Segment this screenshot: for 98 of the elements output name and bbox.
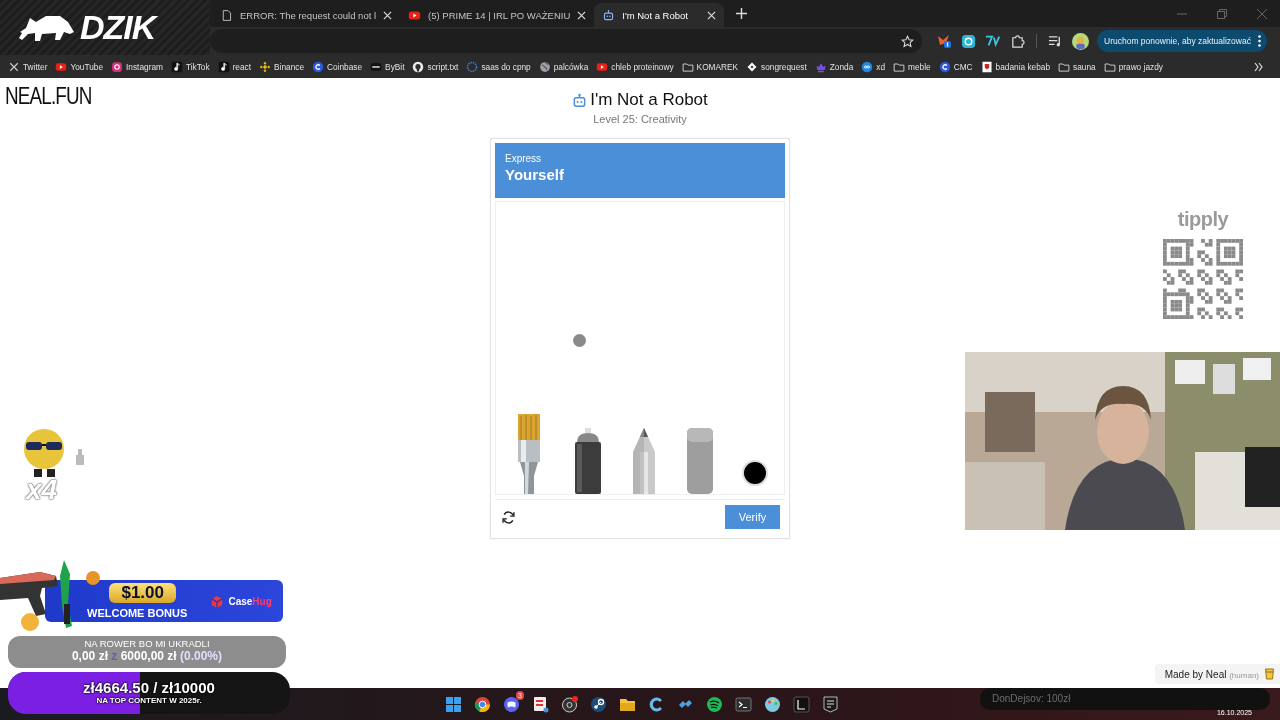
folder-icon: [1103, 60, 1116, 73]
spray-can-icon[interactable]: [572, 428, 603, 494]
bookmark[interactable]: xd: [861, 60, 886, 73]
brand-logo: DZIK: [80, 8, 156, 47]
music-note-icon: [217, 60, 230, 73]
browser-tab[interactable]: (5) PRIME 14 | IRL PO WAŻENIU: [400, 3, 595, 27]
bookmark[interactable]: TikTok: [170, 60, 210, 73]
credit-text: Made by Neal (human): [1164, 668, 1259, 680]
square-app-icon: [793, 695, 810, 713]
flag-icon: [980, 60, 993, 73]
page-icon: [220, 8, 233, 22]
extension-icon[interactable]: [985, 34, 1001, 48]
robot-icon: [602, 8, 616, 22]
bookmark[interactable]: react: [217, 60, 252, 73]
folder-icon: [893, 60, 906, 73]
prompt-text: Express: [505, 153, 543, 164]
browser-tab[interactable]: I'm Not a Robot: [594, 3, 725, 27]
plus-icon[interactable]: [736, 8, 748, 19]
bookmark[interactable]: Binance: [259, 60, 305, 73]
bookmark[interactable]: meble: [893, 60, 931, 73]
bookmark[interactable]: songrequest: [746, 60, 807, 73]
link-icon: [861, 60, 874, 73]
bookmark[interactable]: ByBit: [370, 60, 405, 73]
terminal-icon: [735, 695, 752, 713]
dark-tile-icon: [370, 60, 383, 73]
round-logo-icon: [412, 60, 425, 73]
fox-extension-icon[interactable]: [936, 33, 952, 49]
folder-icon: [681, 60, 694, 73]
bookmark[interactable]: saas do cpnp: [466, 60, 531, 73]
restore-icon[interactable]: [1217, 8, 1227, 19]
goal-title: NA ROWER BO MI UKRADLI: [83, 638, 211, 649]
cube-icon: [210, 594, 225, 609]
star-icon[interactable]: [901, 34, 914, 48]
diamond-icon: [746, 60, 759, 73]
shield-icon: [822, 695, 839, 713]
chat-icon: [503, 695, 520, 713]
browser-tab[interactable]: ERROR: The request could not l: [212, 3, 401, 27]
browser-icon: [474, 695, 491, 713]
color-swatch[interactable]: [743, 462, 766, 484]
bookmark[interactable]: Instagram: [111, 60, 163, 73]
update-button[interactable]: Uruchom ponownie, aby zaktualizować: [1097, 30, 1267, 52]
bookmark[interactable]: Zonda: [814, 60, 854, 73]
record-icon: [561, 695, 578, 713]
qr-code-icon: [1163, 239, 1243, 319]
crescent-icon: [648, 695, 665, 713]
bookmark[interactable]: chleb proteinowy: [596, 60, 674, 73]
site-logo[interactable]: NEAL.FUN: [0, 78, 97, 115]
bonus-amount: $1.00: [109, 582, 176, 603]
media-queue-icon[interactable]: [1048, 33, 1063, 49]
app-icon: [532, 695, 549, 713]
camera-icon: [111, 60, 124, 73]
coin-icon: [312, 60, 325, 73]
play-icon: [408, 8, 422, 22]
credit-badge[interactable]: Made by Neal (human): [1154, 664, 1280, 684]
bookmark[interactable]: CMC: [938, 60, 973, 73]
paint-dot: [573, 334, 586, 347]
globe-icon: [538, 60, 551, 73]
ring-icon: [466, 60, 479, 73]
diamond-icon: [259, 60, 272, 73]
puzzle-icon[interactable]: [1010, 33, 1025, 49]
brand-logo: CaseHug: [228, 596, 272, 607]
palette-icon: [764, 695, 781, 713]
bookmark[interactable]: sauna: [1058, 60, 1096, 73]
coffee-cup-icon: [1265, 668, 1274, 680]
bookmark[interactable]: prawo jazdy: [1103, 60, 1163, 73]
bookmark[interactable]: YouTube: [55, 60, 104, 73]
pencil-icon[interactable]: [630, 428, 657, 494]
bookmark[interactable]: KOMAREK: [681, 60, 739, 73]
cross-icon: [8, 60, 20, 73]
donation-alert: DonDejsov: 100zł: [980, 688, 1270, 710]
bookmark[interactable]: script.txt: [412, 60, 459, 73]
bonus-label: WELCOME BONUS: [87, 606, 189, 621]
sound-waves-icon: [706, 695, 723, 713]
multiplier-text: x4: [26, 474, 58, 506]
music-note-icon: [170, 60, 183, 73]
bookmark[interactable]: badania kebab: [980, 60, 1051, 73]
extension-icon[interactable]: [961, 33, 976, 49]
grid-icon: [445, 695, 462, 713]
page-title: I'm Not a Robot: [590, 90, 708, 110]
play-icon: [596, 60, 609, 73]
coin-icon: [938, 60, 951, 73]
eraser-icon[interactable]: [685, 428, 716, 494]
drawing-canvas[interactable]: [495, 201, 785, 495]
bookmark[interactable]: Twitter: [8, 60, 48, 73]
chevron-icon[interactable]: [1254, 61, 1264, 72]
promo-banner[interactable]: $1.00 WELCOME BONUS CaseHug: [45, 580, 283, 622]
wheel-icon: [590, 695, 607, 713]
profile-avatar-icon[interactable]: [1072, 32, 1089, 50]
more-icon: [1257, 35, 1261, 47]
bookmark[interactable]: palcówka: [538, 60, 589, 73]
bookmark[interactable]: Coinbase: [312, 60, 363, 73]
level-subtitle: Level 25: Creativity: [593, 113, 687, 125]
robot-icon: [572, 92, 588, 108]
refresh-icon[interactable]: [501, 509, 516, 525]
play-icon: [55, 60, 68, 73]
tipply-logo: tipply: [1177, 208, 1229, 231]
prompt-headline: Yourself: [505, 166, 565, 183]
folder-icon: [1058, 60, 1071, 73]
